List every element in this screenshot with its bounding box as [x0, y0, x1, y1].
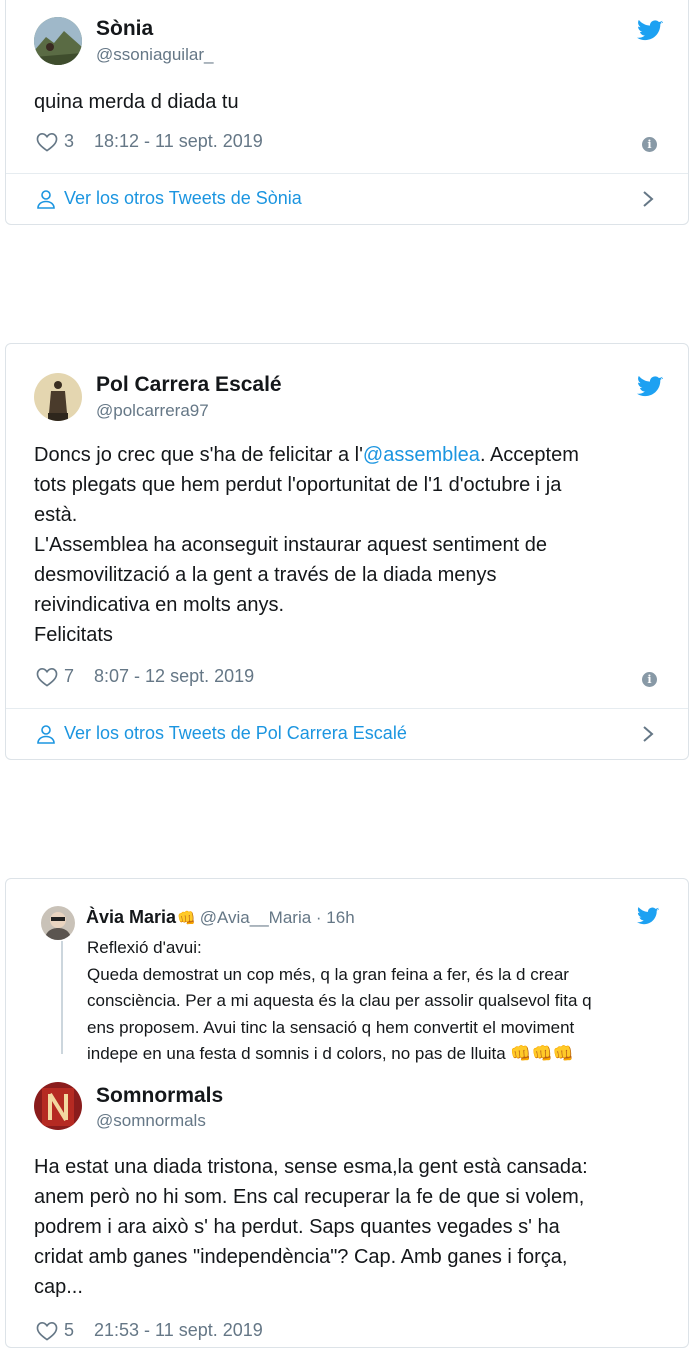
quoted-handle-time[interactable]: @Avia__Maria · 16h [200, 908, 355, 928]
tweet-text-line: Doncs jo crec que s'ha de felicitar a l'… [34, 440, 579, 470]
timestamp[interactable]: 8:07 - 12 sept. 2019 [94, 666, 254, 687]
timestamp[interactable]: 18:12 - 11 sept. 2019 [94, 131, 263, 152]
tweet-meta: 7 8:07 - 12 sept. 2019 [36, 666, 254, 687]
quoted-text-line: Reflexió d'avui: [87, 938, 202, 957]
tweet-text-line: Ha estat una diada tristona, sense esma,… [34, 1156, 588, 1178]
quoted-text: Reflexió d'avui: Queda demostrat un cop … [87, 935, 592, 1068]
more-tweets-link[interactable]: Ver los otros Tweets de Sònia [36, 188, 302, 209]
more-tweets-link[interactable]: Ver los otros Tweets de Pol Carrera Esca… [36, 723, 407, 744]
heart-icon[interactable] [36, 667, 58, 687]
tweet-text: Ha estat una diada tristona, sense esma,… [34, 1152, 588, 1302]
like-count: 3 [64, 131, 75, 151]
author-name[interactable]: Sònia [96, 17, 153, 41]
twitter-bird-icon[interactable] [637, 376, 663, 398]
tweet-card: Pol Carrera Escalé @polcarrera97 Doncs j… [5, 343, 689, 760]
author-name[interactable]: Somnormals [96, 1084, 223, 1108]
quoted-text-line: Queda demostrat un cop més, q la gran fe… [87, 964, 569, 984]
tweet-text-line: L'Assemblea ha aconseguit instaurar aque… [34, 534, 548, 556]
chevron-right-icon[interactable] [642, 725, 654, 743]
thread-line [61, 941, 63, 1054]
author-handle[interactable]: @polcarrera97 [96, 401, 209, 421]
quoted-text-line: ens proposem. Avui tinc la sensació q he… [87, 1017, 575, 1037]
tweet-meta: 3 18:12 - 11 sept. 2019 [36, 131, 263, 152]
mention-link[interactable]: @assemblea [363, 444, 480, 466]
tweet-meta: 5 21:53 - 11 sept. 2019 [36, 1320, 263, 1341]
quoted-text-line: consciència. Per a mi aquesta és la clau… [87, 991, 592, 1010]
tweet-text-line: quina merda d diada tu [34, 91, 239, 113]
tweet-text-line: Felicitats [34, 624, 113, 646]
tweet-text-line: està. [34, 504, 78, 526]
quoted-header: Àvia Maria 👊 @Avia__Maria · 16h [86, 907, 355, 928]
divider [6, 708, 688, 709]
tweet-text-line: cridat amb ganes "independència"? Cap. A… [34, 1246, 568, 1268]
avatar[interactable] [41, 906, 75, 940]
author-handle[interactable]: @somnormals [96, 1111, 206, 1131]
tweet-card: Àvia Maria 👊 @Avia__Maria · 16h Reflexió… [5, 878, 689, 1348]
like-count: 7 [64, 666, 75, 686]
twitter-bird-icon[interactable] [637, 907, 659, 926]
more-tweets-label[interactable]: Ver los otros Tweets de Sònia [64, 188, 302, 209]
tweet-text: quina merda d diada tu [34, 87, 239, 117]
tweet-text-line: desmovilització a la gent a través de la… [34, 564, 497, 586]
tweet-text: Doncs jo crec que s'ha de felicitar a l'… [34, 440, 579, 650]
person-icon [37, 189, 55, 209]
author-name[interactable]: Pol Carrera Escalé [96, 373, 282, 397]
tweet-text-line: cap... [34, 1276, 83, 1298]
tweet-text-line: reivindicativa en molts anys. [34, 594, 285, 616]
avatar[interactable] [34, 373, 82, 421]
author-handle[interactable]: @ssoniaguilar_ [96, 45, 213, 65]
fist-emoji: 👊 [177, 909, 196, 927]
chevron-right-icon[interactable] [642, 190, 654, 208]
more-tweets-label[interactable]: Ver los otros Tweets de Pol Carrera Esca… [64, 723, 407, 744]
heart-icon[interactable] [36, 132, 58, 152]
tweet-text-line: podrem i ara això s' ha perdut. Saps qua… [34, 1216, 560, 1238]
divider [6, 173, 688, 174]
heart-icon[interactable] [36, 1321, 58, 1341]
like-count: 5 [64, 1320, 75, 1340]
tweet-card: Sònia @ssoniaguilar_ quina merda d diada… [5, 0, 689, 225]
avatar[interactable] [34, 1082, 82, 1130]
twitter-bird-icon[interactable] [637, 20, 663, 42]
person-icon [37, 724, 55, 744]
info-icon[interactable]: i [642, 672, 657, 687]
text-segment: . Acceptem [479, 444, 579, 466]
info-icon[interactable]: i [642, 137, 657, 152]
quoted-text-line: indepe en una festa d somnis i d colors,… [87, 1044, 574, 1063]
tweet-text-line: tots plegats que hem perdut l'oportunita… [34, 474, 562, 496]
tweet-text-line: anem però no hi som. Ens cal recuperar l… [34, 1186, 585, 1208]
quoted-author-name[interactable]: Àvia Maria [86, 907, 176, 928]
text-segment: Doncs jo crec que s'ha de felicitar a l' [34, 444, 363, 466]
avatar[interactable] [34, 17, 82, 65]
timestamp[interactable]: 21:53 - 11 sept. 2019 [94, 1320, 263, 1341]
